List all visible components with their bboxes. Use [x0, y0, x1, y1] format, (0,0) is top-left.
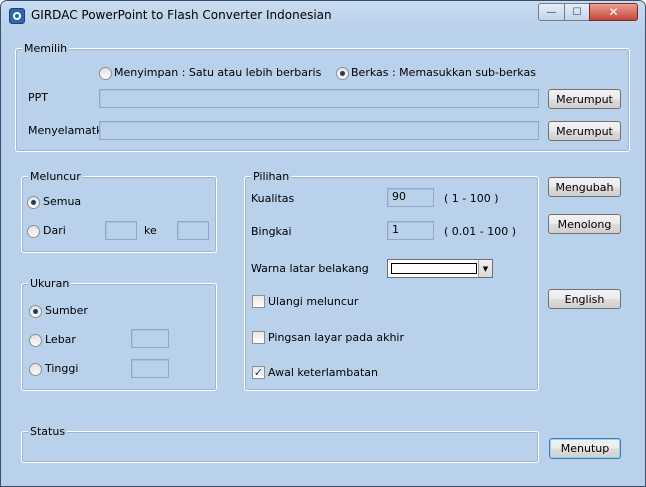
frame-label: Bingkai	[251, 225, 292, 238]
from-slide-input[interactable]	[105, 221, 137, 240]
to-slide-input[interactable]	[177, 221, 209, 240]
blank-end-checkbox[interactable]	[252, 331, 265, 344]
width-input[interactable]	[131, 329, 169, 348]
title-bar[interactable]: GIRDAC PowerPoint to Flash Converter Ind…	[1, 1, 645, 30]
frame-range: ( 0.01 - 100 )	[444, 225, 517, 238]
start-delay-checkbox[interactable]: ✓	[252, 366, 265, 379]
quality-label: Kualitas	[251, 192, 295, 205]
ppt-path-field[interactable]	[99, 89, 539, 108]
pilihan-group: Pilihan	[244, 170, 539, 391]
radio-size-source-label: Sumber	[45, 304, 88, 317]
chevron-down-icon[interactable]: ▼	[478, 260, 492, 277]
memilih-group-label: Memilih	[22, 42, 70, 55]
radio-size-width-label: Lebar	[45, 333, 76, 346]
radio-save-label: Menyimpan : Satu atau lebih berbaris	[114, 66, 322, 79]
app-window: GIRDAC PowerPoint to Flash Converter Ind…	[0, 0, 646, 487]
ppt-label: PPT	[28, 91, 48, 104]
minimize-button[interactable]: —	[538, 3, 565, 21]
height-input[interactable]	[131, 359, 169, 378]
repeat-checkbox[interactable]	[252, 295, 265, 308]
blank-end-label: Pingsan layar pada akhir	[268, 331, 405, 344]
window-title: GIRDAC PowerPoint to Flash Converter Ind…	[31, 8, 332, 22]
radio-all-slides-label: Semua	[43, 195, 82, 208]
save-path-field[interactable]	[99, 121, 539, 140]
quality-range: ( 1 - 100 )	[444, 192, 499, 205]
bg-color-dropdown[interactable]: ▼	[387, 259, 493, 278]
maximize-button[interactable]: ☐	[564, 3, 590, 21]
radio-all-slides[interactable]	[27, 196, 40, 209]
radio-folder-label: Berkas : Memasukkan sub-berkas	[351, 66, 536, 79]
pilihan-group-label: Pilihan	[251, 170, 292, 183]
app-icon	[9, 8, 25, 24]
start-delay-label: Awal keterlambatan	[268, 366, 378, 379]
bg-color-swatch	[391, 263, 477, 274]
save-label: Menyelamatka	[28, 124, 109, 137]
radio-size-height[interactable]	[29, 363, 42, 376]
browse-ppt-button[interactable]: Merumput	[548, 89, 621, 109]
radio-size-source[interactable]	[29, 305, 42, 318]
radio-from-slide[interactable]	[27, 225, 40, 238]
radio-from-slide-label: Dari	[43, 224, 66, 237]
language-button[interactable]: English	[548, 289, 621, 309]
radio-folder[interactable]	[336, 67, 349, 80]
convert-button[interactable]: Mengubah	[548, 177, 621, 197]
quality-input[interactable]: 90	[387, 188, 434, 207]
radio-size-width[interactable]	[29, 334, 42, 347]
bg-color-label: Warna latar belakang	[251, 262, 369, 275]
close-button[interactable]: Menutup	[549, 438, 621, 459]
radio-save[interactable]	[99, 67, 112, 80]
help-button[interactable]: Menolong	[548, 214, 621, 234]
ukuran-group-label: Ukuran	[28, 277, 72, 290]
browse-save-button[interactable]: Merumput	[548, 121, 621, 141]
status-group-label: Status	[28, 425, 68, 438]
frame-input[interactable]: 1	[387, 221, 434, 240]
radio-size-height-label: Tinggi	[45, 362, 79, 375]
close-window-button[interactable]: ✕	[589, 3, 638, 21]
to-label: ke	[144, 224, 157, 237]
repeat-label: Ulangi meluncur	[268, 295, 359, 308]
status-group: Status	[21, 425, 539, 463]
meluncur-group-label: Meluncur	[28, 170, 83, 183]
meluncur-group: Meluncur	[21, 170, 217, 253]
